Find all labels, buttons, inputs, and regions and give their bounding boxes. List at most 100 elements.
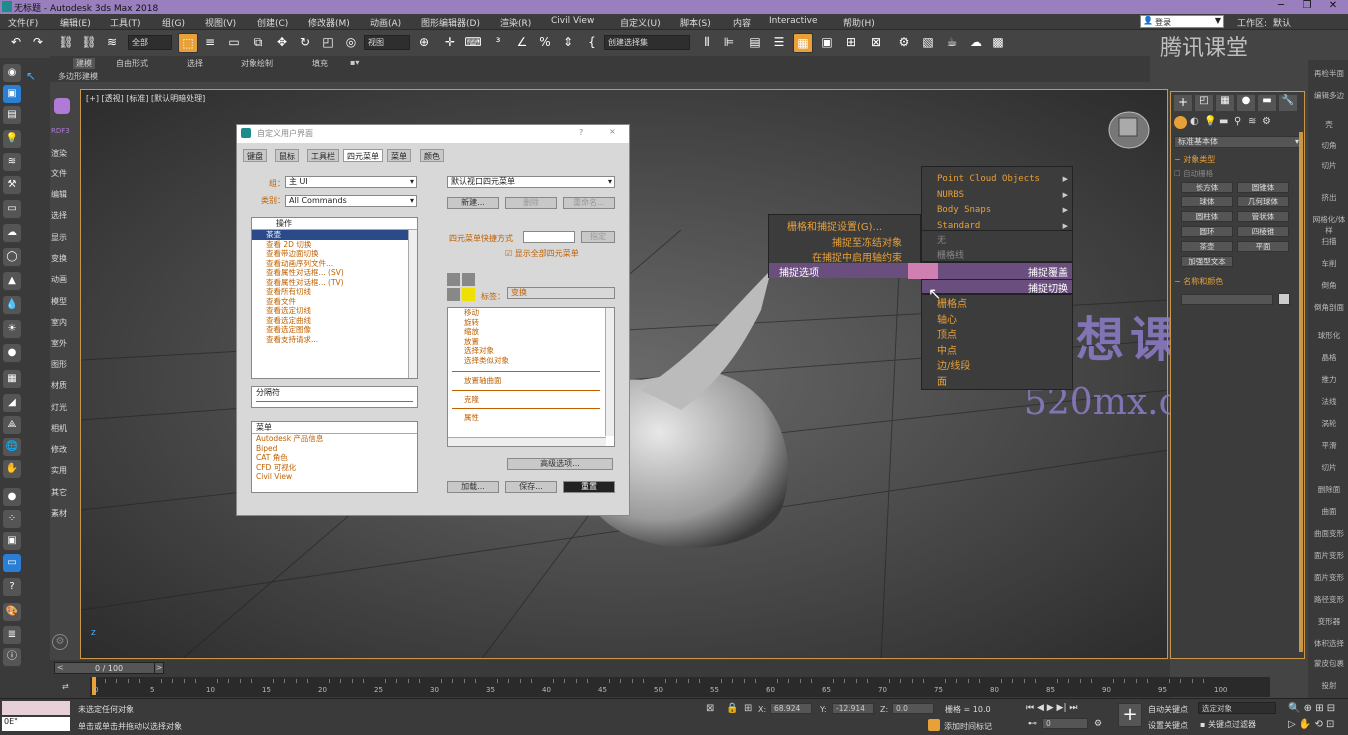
quad-item-nurbs[interactable]: NURBS xyxy=(937,188,1072,204)
viewport-label[interactable]: [+] [透视] [标准] [默认明暗处理] xyxy=(86,93,205,104)
geosphere-button[interactable]: 几何球体 xyxy=(1237,196,1289,207)
list-icon[interactable]: ≣ xyxy=(3,626,21,644)
list-item[interactable]: CAT 角色 xyxy=(252,453,417,463)
select-by-name-icon[interactable]: ≡ xyxy=(200,33,220,53)
actions-list[interactable]: 操作 茶壶 查看 2D 切换 查看带边面切换 查看动画序列文件... 查看属性对… xyxy=(251,217,418,379)
menu-scripting[interactable]: 脚本(S) xyxy=(680,16,711,29)
quad-quadrant-tl[interactable] xyxy=(447,273,460,286)
ribbon-tab-modeling[interactable]: 建模 xyxy=(73,58,95,69)
list-item[interactable]: 查看支持请求... xyxy=(252,335,417,345)
menu-content[interactable]: 内容 xyxy=(733,16,751,29)
drop-icon[interactable]: 💧 xyxy=(3,296,21,314)
snap-3d-icon[interactable]: ³ xyxy=(488,33,508,53)
separator-box[interactable]: 分隔符 xyxy=(251,386,418,408)
scrollbar[interactable] xyxy=(408,230,417,378)
layer-explorer-icon[interactable]: ☰ xyxy=(769,33,789,53)
hierarchy-tab-icon[interactable]: ▦ xyxy=(1216,95,1234,111)
frame-icon[interactable]: ▭ xyxy=(3,554,21,572)
fr-item[interactable]: 面片变形 xyxy=(1310,572,1348,583)
dialog-close-button[interactable]: × xyxy=(609,127,616,136)
list-item[interactable]: 茶壶 xyxy=(252,230,417,240)
redo-icon[interactable]: ↷ xyxy=(28,33,48,53)
material-editor-icon[interactable]: ⊠ xyxy=(866,33,886,53)
spinner-snap-icon[interactable]: ⇕ xyxy=(558,33,578,53)
image-icon[interactable]: ▤ xyxy=(3,106,21,124)
menu-civil-view[interactable]: Civil View xyxy=(551,16,594,26)
x-coord-field[interactable]: 68.924 xyxy=(770,703,812,714)
rotate-icon[interactable]: ↻ xyxy=(295,33,315,53)
menu-file[interactable]: 文件(F) xyxy=(8,16,38,29)
ribbon-tab-populate[interactable]: 填充 xyxy=(312,58,328,69)
scrollbar[interactable] xyxy=(448,437,606,446)
utilities-tab-icon[interactable]: 🔧 xyxy=(1279,95,1297,111)
quad-quadrant-tr[interactable] xyxy=(462,273,475,286)
fr-item[interactable]: 切片 xyxy=(1310,462,1348,473)
orbit-icon[interactable]: ▷ ✋ ⟲ ⊡ xyxy=(1288,719,1334,730)
list-item[interactable]: 查看文件 xyxy=(252,297,417,307)
fr-item[interactable]: 网格化/体样 xyxy=(1310,214,1348,236)
shapes-icon[interactable]: ◐ xyxy=(1190,116,1199,127)
fr-item[interactable]: 曲面 xyxy=(1310,506,1348,517)
name-color-rollout[interactable]: − 名称和颜色 xyxy=(1174,276,1223,287)
layers-icon[interactable]: ≋ xyxy=(3,153,21,171)
schematic-view-icon[interactable]: ⊞ xyxy=(841,33,861,53)
playback-controls-icon[interactable]: ⏮ ◀ ▶ ▶| ⏭ xyxy=(1026,703,1077,713)
abs-mode-icon[interactable]: ⊞ xyxy=(744,703,752,714)
systems-icon[interactable]: ⚙ xyxy=(1262,116,1271,127)
edit-named-sel-icon[interactable]: { xyxy=(582,33,602,53)
left-label-interior[interactable]: 室内 xyxy=(51,317,67,328)
cone-button[interactable]: 圆锥体 xyxy=(1237,182,1289,193)
menu-help[interactable]: 帮助(H) xyxy=(843,16,875,29)
ribbon-toggle-icon[interactable]: ▦ xyxy=(793,33,813,53)
helpers-icon[interactable]: ⚲ xyxy=(1234,116,1241,127)
plane-button[interactable]: 平面 xyxy=(1237,241,1289,252)
fr-item[interactable]: 平滑 xyxy=(1310,440,1348,451)
ribbon-tab-object-paint[interactable]: 对象绘制 xyxy=(241,58,273,69)
fr-item[interactable]: 倒角 xyxy=(1310,280,1348,291)
rename-button[interactable]: 重命名... xyxy=(563,197,615,209)
tab-colors[interactable]: 颜色 xyxy=(420,149,444,162)
quad-item-face[interactable]: 面 xyxy=(937,375,1072,391)
globe-icon[interactable]: 🌐 xyxy=(3,438,21,456)
window-crossing-icon[interactable]: ⧉ xyxy=(248,33,268,53)
maxscript-listener-pink[interactable] xyxy=(2,701,70,715)
fr-item[interactable]: 路径变形 xyxy=(1310,594,1348,605)
save-button[interactable]: 保存... xyxy=(505,481,557,493)
list-item[interactable]: 移动 xyxy=(448,308,614,318)
add-time-tag[interactable]: 添加时间标记 xyxy=(944,721,992,732)
box-icon[interactable]: ▭ xyxy=(3,200,21,218)
fr-item[interactable]: 蒙皮包裹 xyxy=(1310,658,1348,669)
isolate-icon[interactable]: ⊠ xyxy=(706,703,714,714)
delete-button[interactable]: 删除 xyxy=(505,197,557,209)
key-selection-dropdown[interactable]: 选定对象 xyxy=(1198,702,1276,714)
ribbon-tab-selection[interactable]: 选择 xyxy=(187,58,203,69)
settings-gear-icon[interactable]: ⚙ xyxy=(52,634,68,650)
left-label-animation[interactable]: 动画 xyxy=(51,274,67,285)
time-config-icon[interactable]: ⚙ xyxy=(1094,719,1102,729)
render-cloud-icon[interactable]: ☁ xyxy=(966,33,986,53)
slider-right-icon[interactable]: > xyxy=(154,662,164,674)
lock-icon[interactable]: 🔒 xyxy=(726,703,738,714)
maximize-icon[interactable]: ❐ xyxy=(1296,0,1318,14)
dialog-help-button[interactable]: ? xyxy=(579,128,583,137)
show-all-checkbox[interactable]: ☑ 显示全部四元菜单 xyxy=(505,248,579,259)
selection-filter-dropdown[interactable]: 全部 xyxy=(128,35,172,50)
menu-group[interactable]: 组(G) xyxy=(162,16,185,29)
timeline-toggle-icon[interactable]: ⇄ xyxy=(62,682,69,691)
left-label-shape[interactable]: 图形 xyxy=(51,359,67,370)
autogrid-checkbox[interactable]: ☐ 自动栅格 xyxy=(1174,168,1213,179)
object-name-field[interactable] xyxy=(1181,294,1273,305)
list-item[interactable]: Biped xyxy=(252,444,417,454)
plugin-logo-icon[interactable] xyxy=(54,98,70,114)
fr-item[interactable]: 倒角剖面 xyxy=(1310,302,1348,313)
ribbon-tab-freeform[interactable]: 自由形式 xyxy=(116,58,148,69)
ring-icon[interactable]: ◯ xyxy=(3,248,21,266)
select-object-icon[interactable]: ⬚ xyxy=(178,33,198,53)
reference-coord-dropdown[interactable]: 视图 xyxy=(364,35,410,50)
scale-icon[interactable]: ◰ xyxy=(318,33,338,53)
left-label-select[interactable]: 选择 xyxy=(51,210,67,221)
curve-editor-icon[interactable]: ▣ xyxy=(817,33,837,53)
fr-item[interactable]: 车削 xyxy=(1310,258,1348,269)
list-item[interactable]: Autodesk 产品信息 xyxy=(252,434,417,444)
left-label-edit[interactable]: 编辑 xyxy=(51,189,67,200)
